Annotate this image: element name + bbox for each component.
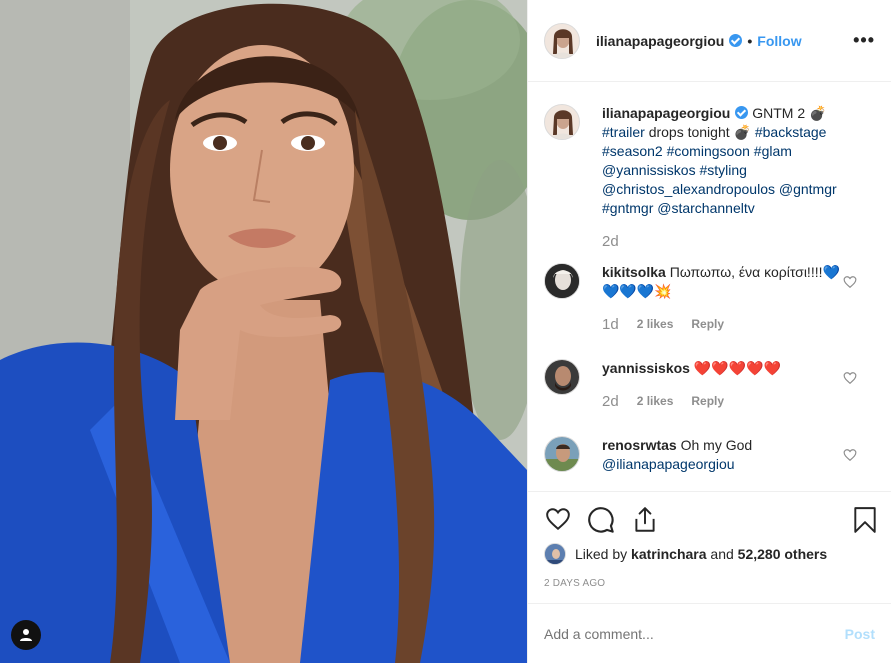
author-username[interactable]: ilianapapageorgiou <box>596 33 724 49</box>
share-icon[interactable] <box>632 506 658 534</box>
caption-author-avatar[interactable] <box>544 104 580 140</box>
avatar-image <box>545 264 579 298</box>
hashtag-link[interactable]: #trailer <box>602 124 645 140</box>
comment-heart-icon[interactable] <box>843 275 857 289</box>
likes-summary: Liked by katrinchara and 52,280 others <box>544 543 875 565</box>
comment-body: yannissiskos ❤️❤️❤️❤️❤️ 2d 2 likes Reply <box>602 359 875 411</box>
reply-button[interactable]: Reply <box>691 392 724 411</box>
author-avatar[interactable] <box>544 22 580 59</box>
likes-count[interactable]: 52,280 others <box>738 546 828 562</box>
avatar-image <box>545 23 579 58</box>
comment-likes[interactable]: 2 likes <box>637 315 674 334</box>
follow-button[interactable]: Follow <box>757 33 801 49</box>
comment-body: kikitsolka Πωπωπω, ένα κορίτσι!!!!💙💙💙💙💥 … <box>602 263 875 334</box>
comment-likes[interactable]: 2 likes <box>637 392 674 411</box>
comment-body: renosrwtas Oh my God @ilianapapageorgiou <box>602 436 875 474</box>
comments-section[interactable]: ilianapapageorgiou GNTM 2 💣 #trailer dro… <box>528 82 891 491</box>
commenter-avatar[interactable] <box>544 263 580 299</box>
avatar-image <box>545 360 579 394</box>
action-bar <box>528 491 891 547</box>
post-photo[interactable] <box>0 0 527 663</box>
mention-link[interactable]: @gntmgr <box>779 181 837 197</box>
comment-username[interactable]: kikitsolka <box>602 264 666 280</box>
comment-age[interactable]: 1d <box>602 315 619 334</box>
commenter-avatar[interactable] <box>544 436 580 472</box>
comment-username[interactable]: yannissiskos <box>602 360 690 376</box>
liker-username[interactable]: katrinchara <box>631 546 706 562</box>
mention-link[interactable]: @starchanneltv <box>657 200 754 216</box>
comment-heart-icon[interactable] <box>843 448 857 462</box>
liked-by-and: and <box>710 546 734 562</box>
avatar-image <box>545 544 565 564</box>
hashtag-link[interactable]: #glam <box>754 143 792 159</box>
post-comment-button[interactable]: Post <box>845 626 875 642</box>
heart-icon[interactable] <box>544 506 572 532</box>
verified-badge-icon <box>729 34 743 47</box>
hashtag-link[interactable]: #gntmgr <box>602 200 653 216</box>
save-bookmark-icon[interactable] <box>853 506 877 534</box>
comment-heart-icon[interactable] <box>843 371 857 385</box>
reply-button[interactable]: Reply <box>691 315 724 334</box>
post-header: ilianapapageorgiou • Follow ••• <box>528 0 891 82</box>
comment-text: ❤️❤️❤️❤️❤️ <box>693 360 781 376</box>
caption-text: drops tonight 💣 <box>648 124 751 140</box>
verified-badge-icon <box>735 106 749 119</box>
avatar-image <box>545 105 579 139</box>
mention-link[interactable]: @yannissiskos <box>602 162 696 178</box>
hashtag-link[interactable]: #season2 <box>602 143 663 159</box>
hashtag-link[interactable]: #backstage <box>755 124 827 140</box>
comment-username[interactable]: renosrwtas <box>602 437 677 453</box>
post-timestamp[interactable]: 2 DAYS AGO <box>544 578 605 589</box>
comment-meta: 2d 2 likes Reply <box>602 392 851 411</box>
comment-meta: 1d 2 likes Reply <box>602 315 851 334</box>
caption-meta: 2d <box>602 232 875 251</box>
caption-body: ilianapapageorgiou GNTM 2 💣 #trailer dro… <box>602 104 875 251</box>
mention-link[interactable]: @christos_alexandropoulos <box>602 181 775 197</box>
caption-text: GNTM 2 💣 <box>752 105 827 121</box>
separator-dot: • <box>747 32 753 49</box>
mention-link[interactable]: @ilianapapageorgiou <box>602 456 735 472</box>
post-side-panel: ilianapapageorgiou • Follow ••• ilianapa… <box>527 0 891 663</box>
comment-item: renosrwtas Oh my God @ilianapapageorgiou <box>544 436 875 474</box>
comment-icon[interactable] <box>587 506 615 534</box>
more-options-icon[interactable]: ••• <box>853 30 875 50</box>
comment-item: yannissiskos ❤️❤️❤️❤️❤️ 2d 2 likes Reply <box>544 359 875 411</box>
hashtag-link[interactable]: #comingsoon <box>667 143 750 159</box>
user-icon <box>20 629 32 641</box>
liked-by-prefix: Liked by <box>575 546 628 562</box>
commenter-avatar[interactable] <box>544 359 580 395</box>
caption: ilianapapageorgiou GNTM 2 💣 #trailer dro… <box>544 104 875 251</box>
avatar-image <box>545 437 579 471</box>
caption-age[interactable]: 2d <box>602 232 619 251</box>
caption-username[interactable]: ilianapapageorgiou <box>602 105 730 121</box>
add-comment-bar: Post <box>528 603 891 663</box>
portrait-image <box>0 0 527 663</box>
tagged-users-button[interactable] <box>11 620 41 650</box>
comment-item: kikitsolka Πωπωπω, ένα κορίτσι!!!!💙💙💙💙💥 … <box>544 263 875 334</box>
liker-avatar[interactable] <box>544 543 566 565</box>
comment-age[interactable]: 2d <box>602 392 619 411</box>
comment-text: Oh my God <box>680 437 753 453</box>
comment-input[interactable] <box>544 625 845 642</box>
hashtag-link[interactable]: #styling <box>699 162 746 178</box>
